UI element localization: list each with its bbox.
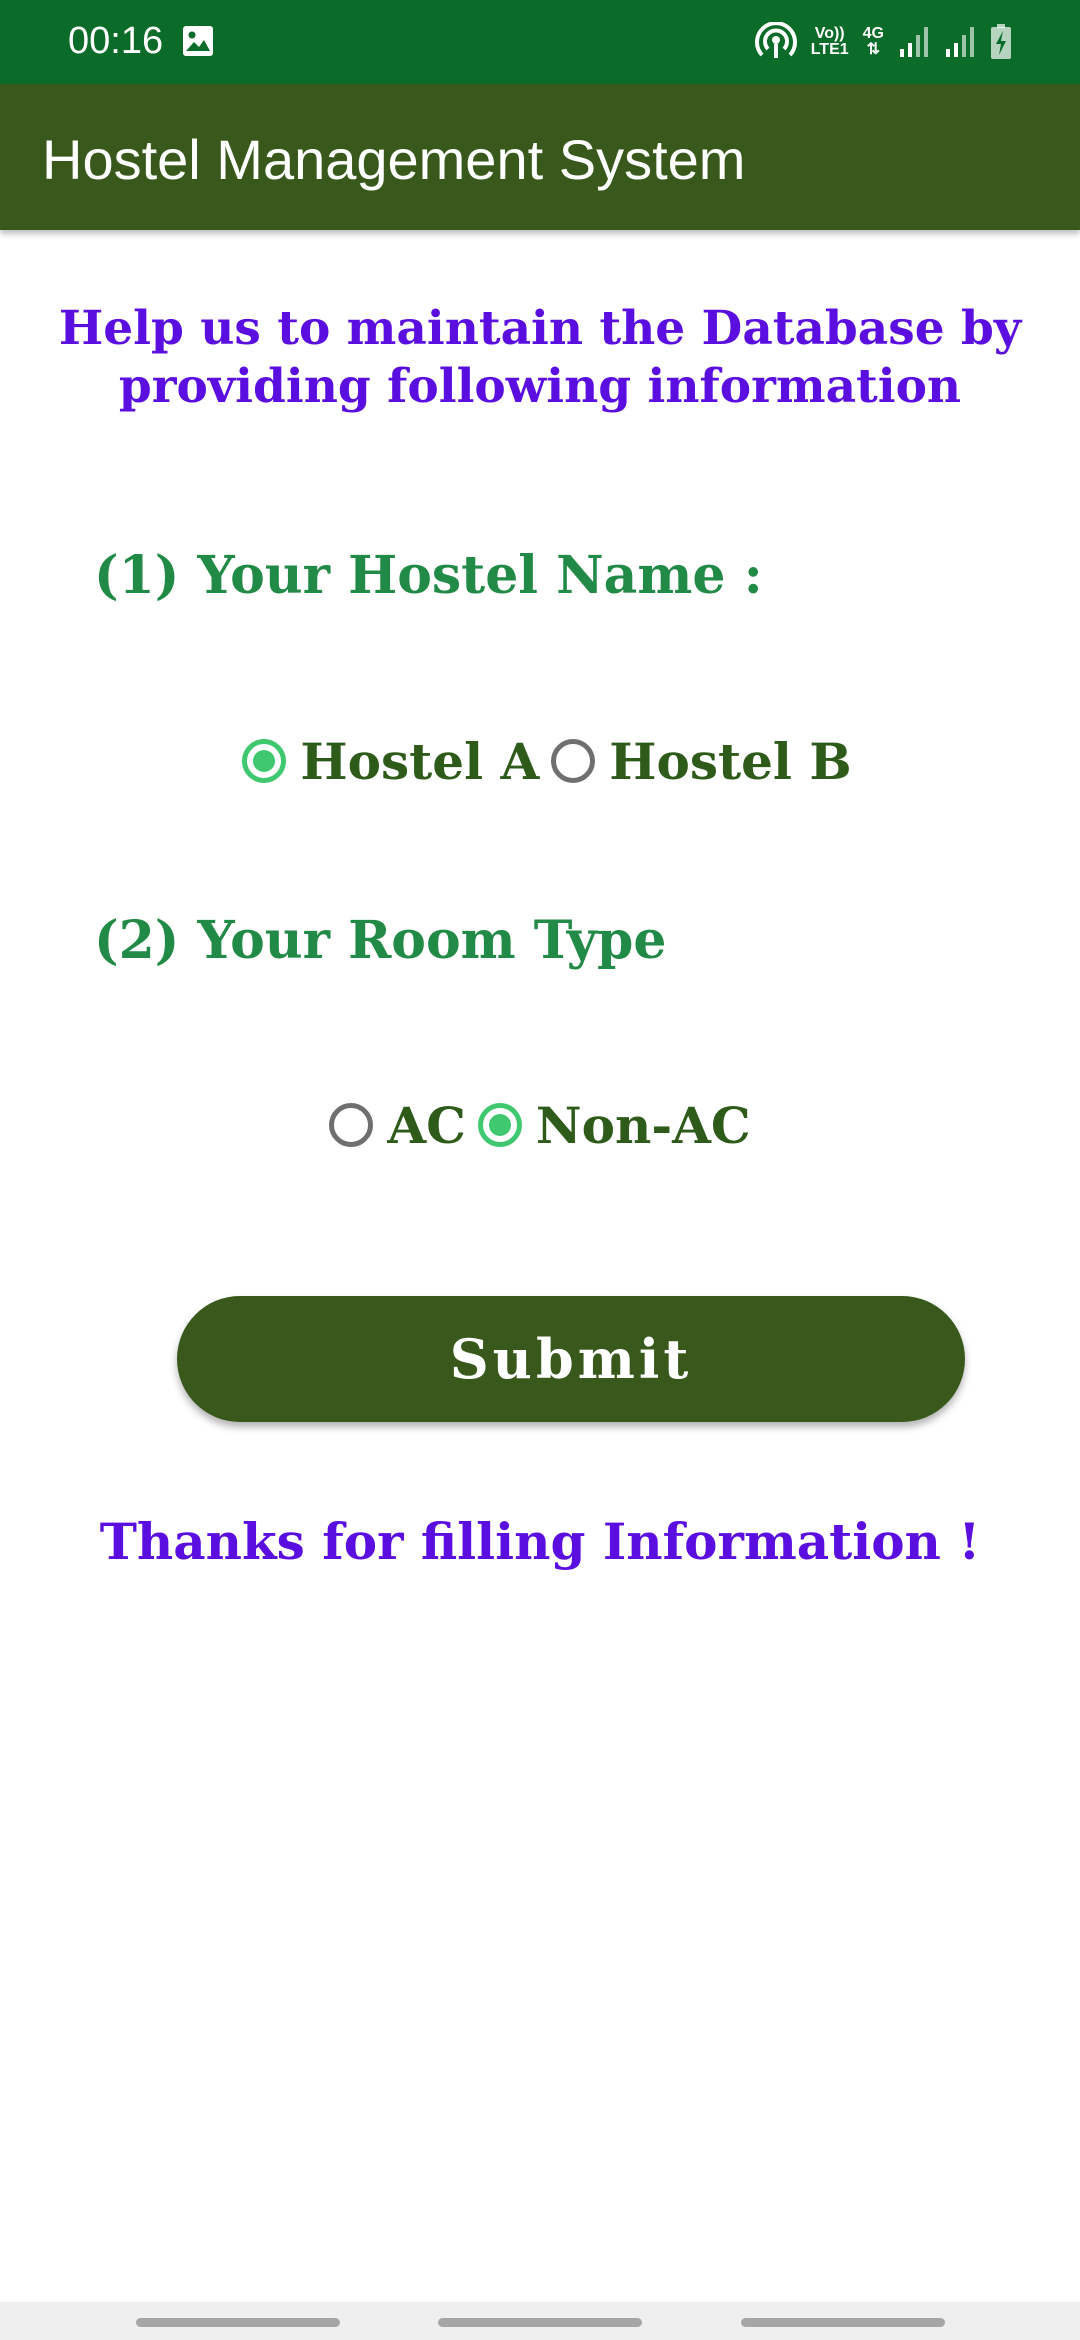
radio-label: Hostel B <box>609 731 852 791</box>
room-type-question: (2) Your Room Type <box>94 910 667 971</box>
radio-unchecked-icon[interactable] <box>551 739 596 783</box>
signal-icon <box>898 25 930 59</box>
status-bar: 00:16 Vo)) LTE1 4G ⇅ <box>0 0 1080 84</box>
data-arrows-icon: ⇅ <box>866 41 881 58</box>
radio-checked-icon[interactable] <box>242 739 287 783</box>
room-type-radio-group: AC Non-AC <box>0 1090 1080 1160</box>
app-bar: Hostel Management System <box>0 84 1080 230</box>
volte-indicator: Vo)) LTE1 <box>811 26 849 58</box>
battery-charging-icon <box>990 24 1012 60</box>
radio-checked-icon[interactable] <box>477 1103 522 1147</box>
nav-handle[interactable] <box>741 2318 945 2327</box>
radio-label: Hostel A <box>300 731 540 791</box>
nav-handle[interactable] <box>438 2318 642 2327</box>
image-icon <box>181 24 215 58</box>
radio-unchecked-icon[interactable] <box>329 1103 374 1147</box>
radio-hostel-b[interactable]: Hostel B <box>551 731 852 791</box>
hostel-radio-group: Hostel A Hostel B <box>0 726 1080 796</box>
signal-icon <box>944 25 976 59</box>
radio-ac[interactable]: AC <box>329 1096 466 1155</box>
radio-non-ac[interactable]: Non-AC <box>477 1095 751 1155</box>
radio-label: AC <box>387 1095 466 1155</box>
navigation-bar <box>0 2302 1080 2340</box>
network-indicator: 4G ⇅ <box>863 26 884 58</box>
intro-text: Help us to maintain the Database by prov… <box>58 301 1022 414</box>
status-time: 00:16 <box>68 20 164 62</box>
thanks-message: Thanks for filling Information ! <box>99 1512 981 1571</box>
network-label: 4G <box>862 25 884 42</box>
lte-label: LTE1 <box>810 41 849 58</box>
hostel-name-question: (1) Your Hostel Name : <box>94 545 763 606</box>
hotspot-icon <box>754 22 797 62</box>
submit-button[interactable]: Submit <box>177 1296 965 1422</box>
radio-label: Non-AC <box>535 1095 751 1155</box>
app-title: Hostel Management System <box>42 128 746 191</box>
nav-handle[interactable] <box>136 2318 340 2327</box>
radio-hostel-a[interactable]: Hostel A <box>242 732 539 791</box>
volte-label: Vo)) <box>814 25 845 42</box>
